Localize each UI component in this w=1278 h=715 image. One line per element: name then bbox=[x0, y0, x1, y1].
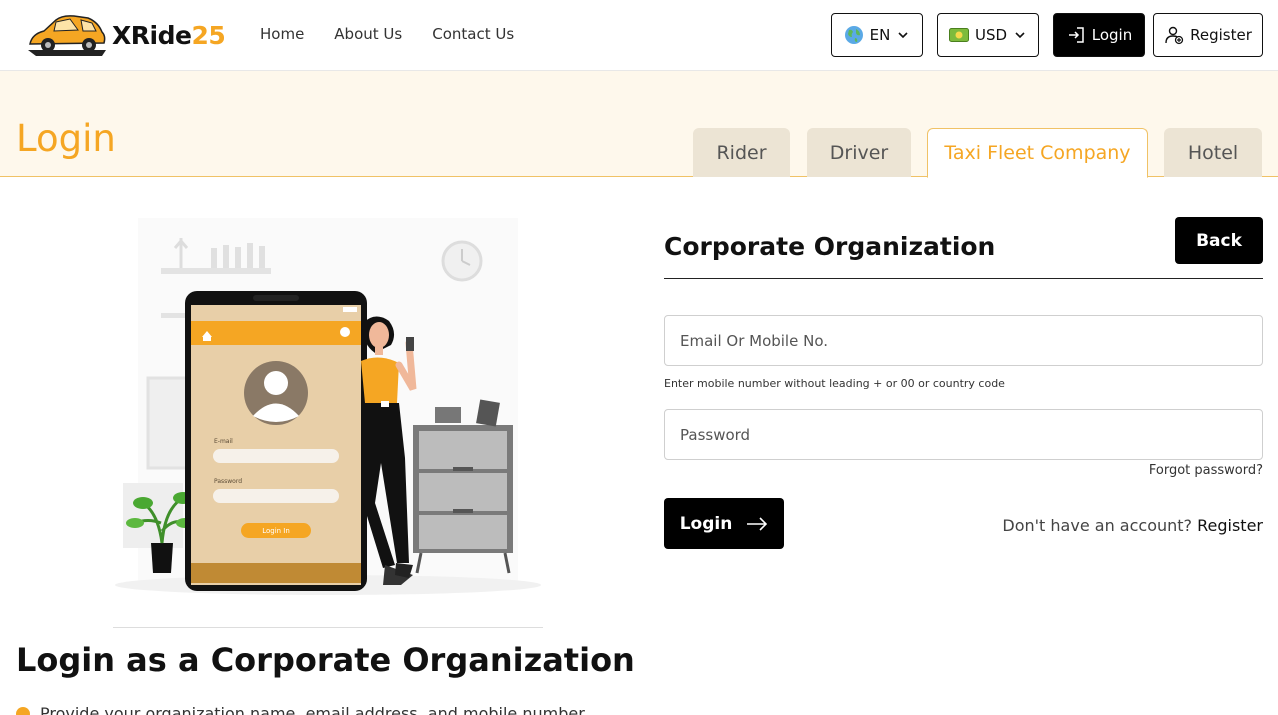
site-header: XRide25 Home About Us Contact Us EN USD … bbox=[0, 0, 1278, 71]
chevron-down-icon bbox=[1015, 32, 1025, 39]
nav-contact[interactable]: Contact Us bbox=[432, 25, 514, 43]
header-login-button[interactable]: Login bbox=[1053, 13, 1145, 57]
illustration-divider bbox=[113, 627, 543, 628]
password-input[interactable] bbox=[664, 409, 1263, 460]
bullet-icon bbox=[16, 706, 30, 715]
brand-name-main: XRide bbox=[112, 20, 192, 50]
tab-taxi-fleet-company[interactable]: Taxi Fleet Company bbox=[927, 128, 1148, 178]
language-value: EN bbox=[869, 26, 891, 44]
nav-home[interactable]: Home bbox=[260, 25, 304, 43]
money-icon bbox=[948, 28, 969, 42]
form-title-divider bbox=[664, 278, 1263, 279]
brand-logo[interactable]: XRide25 bbox=[26, 12, 226, 58]
arrow-right-icon bbox=[747, 516, 768, 531]
back-button[interactable]: Back bbox=[1175, 217, 1263, 264]
illustration-login-button-label: Login In bbox=[262, 527, 290, 535]
language-select[interactable]: EN bbox=[831, 13, 923, 57]
login-icon bbox=[1068, 27, 1084, 43]
header-register-label: Register bbox=[1190, 26, 1252, 44]
form-title: Corporate Organization bbox=[664, 232, 996, 261]
register-prompt: Don't have an account? Register bbox=[1002, 516, 1263, 535]
mobile-hint-text: Enter mobile number without leading + or… bbox=[664, 377, 1005, 390]
feature-list-item: Provide your organization name, email ad… bbox=[16, 704, 585, 715]
tab-driver[interactable]: Driver bbox=[807, 128, 911, 177]
illustration-password-label: Password bbox=[214, 478, 242, 485]
brand-name-number: 25 bbox=[191, 20, 226, 50]
login-submit-label: Login bbox=[679, 513, 733, 534]
globe-icon bbox=[844, 26, 863, 44]
nav-about[interactable]: About Us bbox=[334, 25, 402, 43]
main-nav: Home About Us Contact Us bbox=[260, 25, 514, 43]
chevron-down-icon bbox=[898, 32, 908, 39]
login-submit-button[interactable]: Login bbox=[664, 498, 784, 549]
feature-list-item-text: Provide your organization name, email ad… bbox=[40, 704, 585, 715]
car-logo-icon bbox=[28, 15, 106, 56]
email-or-mobile-input[interactable] bbox=[664, 315, 1263, 366]
brand-name: XRide25 bbox=[112, 20, 226, 50]
register-link[interactable]: Register bbox=[1197, 516, 1263, 535]
tab-hotel[interactable]: Hotel bbox=[1164, 128, 1262, 177]
forgot-password-link[interactable]: Forgot password? bbox=[1149, 463, 1263, 478]
page-title: Login bbox=[16, 117, 116, 160]
user-plus-icon bbox=[1165, 26, 1184, 45]
header-login-label: Login bbox=[1091, 26, 1133, 44]
no-account-text: Don't have an account? bbox=[1002, 516, 1193, 535]
currency-select[interactable]: USD bbox=[937, 13, 1039, 57]
page-banner: Login Rider Driver Taxi Fleet Company Ho… bbox=[0, 71, 1278, 178]
tab-rider[interactable]: Rider bbox=[693, 128, 790, 177]
header-register-button[interactable]: Register bbox=[1153, 13, 1263, 57]
currency-value: USD bbox=[974, 26, 1008, 44]
section-heading: Login as a Corporate Organization bbox=[16, 641, 635, 679]
login-illustration: E-mail Password Login In bbox=[113, 213, 543, 603]
illustration-email-label: E-mail bbox=[214, 438, 233, 445]
